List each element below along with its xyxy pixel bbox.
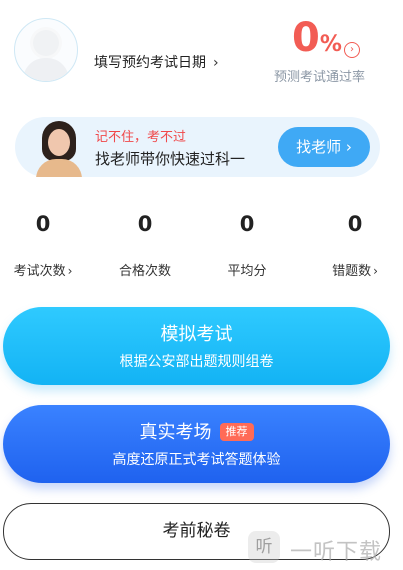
exam-date-link[interactable]: 填写预约考试日期 › — [94, 52, 219, 72]
pass-rate-value[interactable]: 0% — [292, 14, 342, 62]
mock-exam-title: 模拟考试 — [160, 324, 233, 345]
pass-rate-number: 0 — [292, 15, 320, 61]
stat-value: 0 — [137, 212, 153, 236]
real-exam-subtitle: 高度还原正式考试答题体验 — [112, 452, 281, 468]
real-exam-button[interactable]: 真实考场 推荐 高度还原正式考试答题体验 — [3, 405, 390, 483]
stat-average-score: 0 平均分 — [204, 210, 290, 279]
chevron-right-icon: › — [373, 264, 378, 278]
stat-label: 合格次数 — [118, 264, 171, 279]
teacher-banner[interactable]: 记不住，考不过 找老师带你快速过科一 找老师 › — [15, 117, 380, 177]
exam-date-label: 填写预约考试日期 — [94, 55, 206, 71]
chevron-right-icon: › — [345, 138, 352, 156]
mock-exam-button[interactable]: 模拟考试 根据公安部出题规则组卷 — [3, 307, 390, 385]
teacher-face-shape — [48, 129, 70, 156]
banner-tagline: 找老师带你快速过科一 — [95, 150, 246, 168]
pass-rate-unit: % — [319, 32, 342, 57]
watermark-logo-icon: 听 — [248, 531, 280, 563]
find-teacher-label: 找老师 — [296, 138, 342, 156]
recommend-badge: 推荐 — [219, 423, 254, 441]
stat-value: 0 — [347, 212, 363, 236]
stat-value: 0 — [239, 212, 255, 236]
chevron-circle-icon[interactable]: › — [344, 42, 360, 58]
chevron-right-icon: › — [213, 55, 219, 71]
stat-exam-count[interactable]: 0 考试次数 › — [0, 210, 86, 279]
stat-pass-count: 0 合格次数 — [102, 210, 188, 279]
banner-slogan: 记不住，考不过 — [95, 130, 187, 145]
chevron-right-icon: › — [67, 264, 73, 278]
mock-exam-subtitle: 根据公安部出题规则组卷 — [119, 354, 274, 370]
stat-label: 平均分 — [227, 264, 267, 279]
teacher-photo — [34, 117, 84, 177]
stat-wrong-count[interactable]: 0 错题数 › — [312, 210, 398, 279]
find-teacher-button[interactable]: 找老师 › — [278, 127, 370, 167]
avatar-body-shape — [23, 58, 69, 81]
teacher-shoulders-shape — [36, 159, 82, 177]
watermark-text: 一听下载 — [290, 540, 383, 565]
real-exam-title: 真实考场 — [139, 422, 212, 443]
stat-label: 考试次数 › — [13, 264, 73, 279]
user-avatar[interactable] — [14, 18, 78, 82]
stat-label: 错题数 › — [332, 264, 378, 279]
avatar-head-shape — [33, 30, 59, 56]
stat-value: 0 — [35, 212, 51, 236]
pass-rate-label: 预测考试通过率 — [274, 70, 366, 85]
